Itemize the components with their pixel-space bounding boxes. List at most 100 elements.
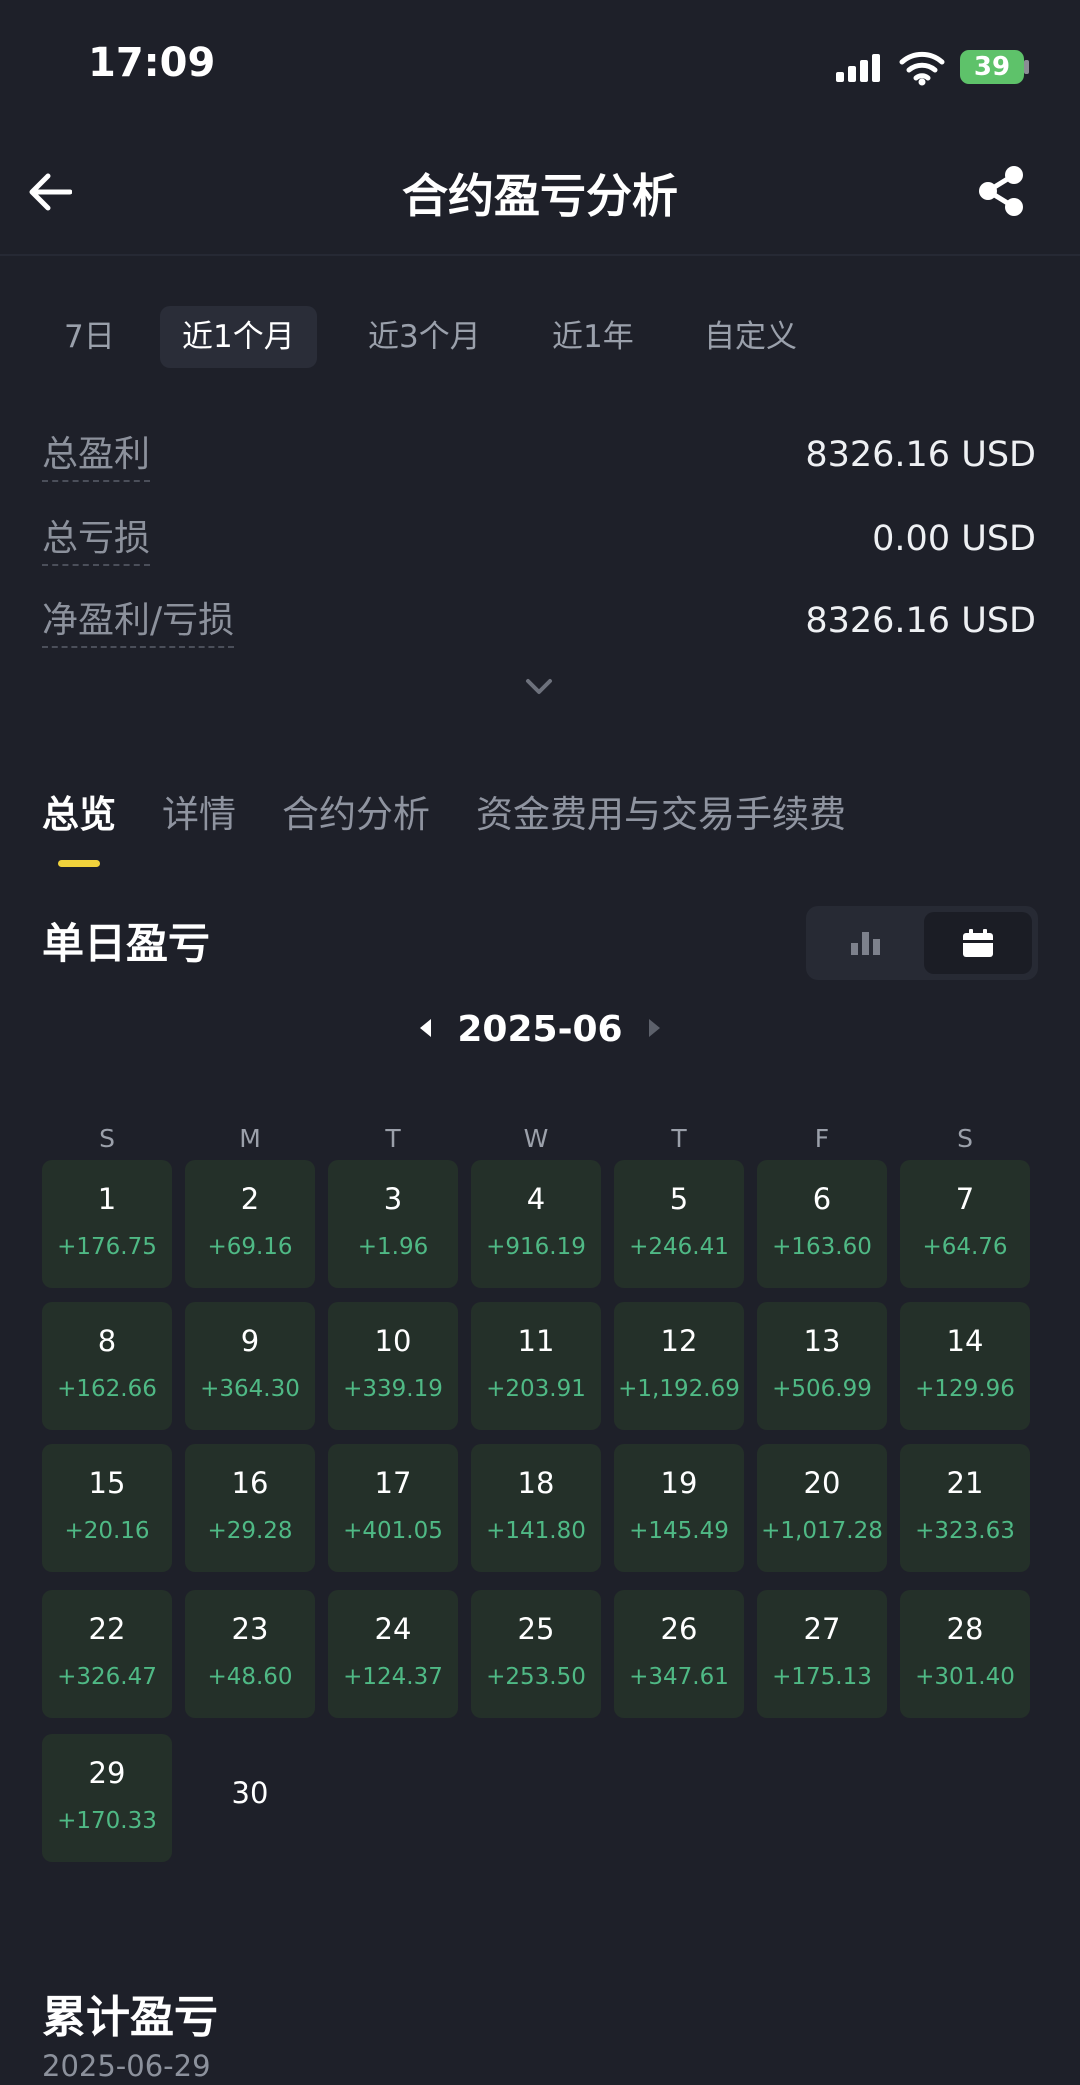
calendar-day-cell[interactable]: 19 +145.49	[614, 1444, 744, 1572]
day-pnl-value: +339.19	[343, 1376, 443, 1402]
day-number: 14	[946, 1324, 984, 1358]
calendar-day-cell[interactable]: 7 +64.76	[900, 1160, 1030, 1288]
calendar-day-cell[interactable]: 25 +253.50	[471, 1590, 601, 1718]
day-pnl-value: +141.80	[486, 1518, 586, 1544]
day-number: 15	[88, 1466, 126, 1500]
day-number: 11	[517, 1324, 555, 1358]
cumulative-pnl-date: 2025-06-29	[42, 2049, 211, 2083]
tab-overview[interactable]: 总览	[42, 790, 116, 840]
day-number: 7	[955, 1182, 975, 1216]
chart-view-button[interactable]	[812, 912, 920, 974]
calendar-day-cell[interactable]: 20 +1,017.28	[757, 1444, 887, 1572]
chevron-down-icon[interactable]	[524, 676, 554, 698]
calendar-day-cell[interactable]: 18 +141.80	[471, 1444, 601, 1572]
tab-details[interactable]: 详情	[162, 790, 236, 840]
daily-pnl-title: 单日盈亏	[42, 919, 211, 968]
day-pnl-value: +1,192.69	[618, 1376, 740, 1402]
day-number: 20	[803, 1466, 841, 1500]
net-pnl-label[interactable]: 净盈利/亏损	[42, 598, 235, 648]
battery-level: 39	[973, 52, 1011, 82]
calendar-day-cell[interactable]: 28 +301.40	[900, 1590, 1030, 1718]
weekday-label: M	[239, 1124, 261, 1153]
calendar-day-cell[interactable]: 6 +163.60	[757, 1160, 887, 1288]
weekday-label: S	[957, 1124, 973, 1153]
total-loss-label[interactable]: 总亏损	[42, 516, 151, 566]
calendar-day-cell[interactable]: 2 +69.16	[185, 1160, 315, 1288]
calendar-day-cell[interactable]: 14 +129.96	[900, 1302, 1030, 1430]
range-tab-1m[interactable]: 近1个月	[160, 306, 317, 368]
day-pnl-value: +29.28	[207, 1518, 293, 1544]
range-tab-custom[interactable]: 自定义	[682, 306, 819, 368]
day-number: 3	[383, 1182, 403, 1216]
calendar-day-cell[interactable]: 4 +916.19	[471, 1160, 601, 1288]
day-pnl-value: +364.30	[200, 1376, 300, 1402]
battery-cap	[1024, 60, 1029, 74]
range-tab-7d[interactable]: 7日	[42, 306, 137, 368]
calendar-day-cell[interactable]: 22 +326.47	[42, 1590, 172, 1718]
range-tab-3m[interactable]: 近3个月	[346, 306, 503, 368]
weekday-label: S	[99, 1124, 115, 1153]
day-pnl-value: +175.13	[772, 1664, 872, 1690]
day-number: 4	[526, 1182, 546, 1216]
calendar-day-cell[interactable]: 5 +246.41	[614, 1160, 744, 1288]
calendar-icon	[963, 929, 993, 957]
calendar-day-cell[interactable]: 17 +401.05	[328, 1444, 458, 1572]
page-title: 合约盈亏分析	[402, 169, 678, 223]
total-profit-label[interactable]: 总盈利	[42, 432, 151, 482]
battery-icon: 39	[960, 50, 1024, 84]
day-number: 23	[231, 1612, 269, 1646]
calendar-day-cell[interactable]: 3 +1.96	[328, 1160, 458, 1288]
day-pnl-value: +129.96	[915, 1376, 1015, 1402]
calendar-day-cell[interactable]: 30	[185, 1734, 315, 1862]
bar-chart-icon	[851, 932, 880, 955]
day-number: 28	[946, 1612, 984, 1646]
calendar-view-button[interactable]	[924, 912, 1032, 974]
calendar-day-cell[interactable]: 27 +175.13	[757, 1590, 887, 1718]
calendar-day-cell[interactable]: 13 +506.99	[757, 1302, 887, 1430]
day-number: 8	[97, 1324, 117, 1358]
day-number: 24	[374, 1612, 412, 1646]
calendar-day-cell[interactable]: 15 +20.16	[42, 1444, 172, 1572]
day-number: 10	[374, 1324, 412, 1358]
day-number: 5	[669, 1182, 689, 1216]
calendar-day-cell[interactable]: 26 +347.61	[614, 1590, 744, 1718]
day-pnl-value: +1,017.28	[761, 1518, 883, 1544]
day-number: 16	[231, 1466, 269, 1500]
day-pnl-value: +64.76	[922, 1234, 1008, 1260]
day-pnl-value: +162.66	[57, 1376, 157, 1402]
caret-left-icon[interactable]	[418, 1018, 432, 1038]
calendar-day-cell[interactable]: 21 +323.63	[900, 1444, 1030, 1572]
calendar-day-cell[interactable]: 29 +170.33	[42, 1734, 172, 1862]
tab-contract-analysis[interactable]: 合约分析	[282, 790, 430, 840]
day-pnl-value: +326.47	[57, 1664, 157, 1690]
view-toggle	[806, 906, 1038, 980]
calendar-day-cell[interactable]: 16 +29.28	[185, 1444, 315, 1572]
net-pnl-value: 8326.16 USD	[805, 601, 1036, 641]
range-tab-1y[interactable]: 近1年	[530, 306, 656, 368]
day-number: 30	[231, 1776, 269, 1810]
day-pnl-value: +323.63	[915, 1518, 1015, 1544]
day-pnl-value: +20.16	[64, 1518, 150, 1544]
day-pnl-value: +253.50	[486, 1664, 586, 1690]
day-pnl-value: +916.19	[486, 1234, 586, 1260]
day-number: 6	[812, 1182, 832, 1216]
month-label: 2025-06	[457, 1009, 623, 1050]
calendar-day-cell[interactable]: 1 +176.75	[42, 1160, 172, 1288]
day-number: 19	[660, 1466, 698, 1500]
calendar-day-cell[interactable]: 23 +48.60	[185, 1590, 315, 1718]
caret-right-icon[interactable]	[648, 1018, 662, 1038]
tab-funding-fees[interactable]: 资金费用与交易手续费	[476, 790, 846, 840]
calendar-day-cell[interactable]: 9 +364.30	[185, 1302, 315, 1430]
share-icon[interactable]	[976, 164, 1026, 218]
weekday-label: W	[523, 1124, 549, 1153]
calendar-day-cell[interactable]: 12 +1,192.69	[614, 1302, 744, 1430]
calendar-day-cell[interactable]: 8 +162.66	[42, 1302, 172, 1430]
day-number: 25	[517, 1612, 555, 1646]
day-pnl-value: +145.49	[629, 1518, 729, 1544]
calendar-day-cell[interactable]: 24 +124.37	[328, 1590, 458, 1718]
calendar-day-cell[interactable]: 11 +203.91	[471, 1302, 601, 1430]
total-profit-value: 8326.16 USD	[805, 435, 1036, 475]
day-pnl-value: +69.16	[207, 1234, 293, 1260]
calendar-day-cell[interactable]: 10 +339.19	[328, 1302, 458, 1430]
day-pnl-value: +48.60	[207, 1664, 293, 1690]
